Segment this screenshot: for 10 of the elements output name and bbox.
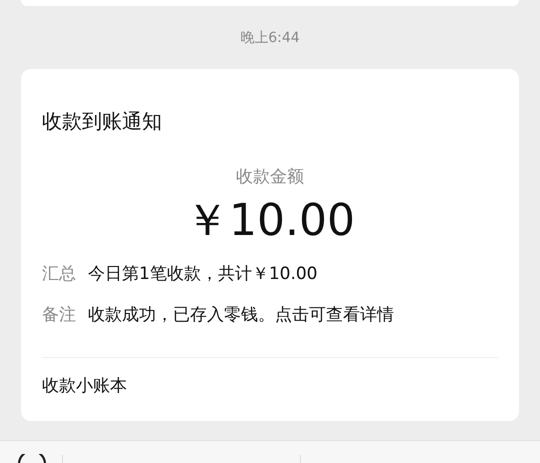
field-value: 收款成功，已存入零钱。点击可查看详情	[88, 304, 394, 327]
notice-title: 收款到账通知	[42, 108, 163, 135]
field-label: 备注	[42, 304, 76, 327]
field-label: 汇总	[42, 263, 76, 286]
field-value: 今日第1笔收款，共计￥10.00	[88, 263, 318, 286]
amount: ￥10.00	[185, 194, 355, 248]
ledger-link[interactable]: 收款小账本	[42, 376, 127, 396]
amount-label: 收款金额	[236, 166, 304, 189]
message-card[interactable]: 收款到账通知 收款金额 ￥10.00 汇总 今日第1笔收款，共计￥10.00 备注 收款成功，已存入零钱。点击可查看详情 收款小账本	[21, 69, 519, 421]
timestamp: 晚上6:44	[240, 28, 300, 46]
